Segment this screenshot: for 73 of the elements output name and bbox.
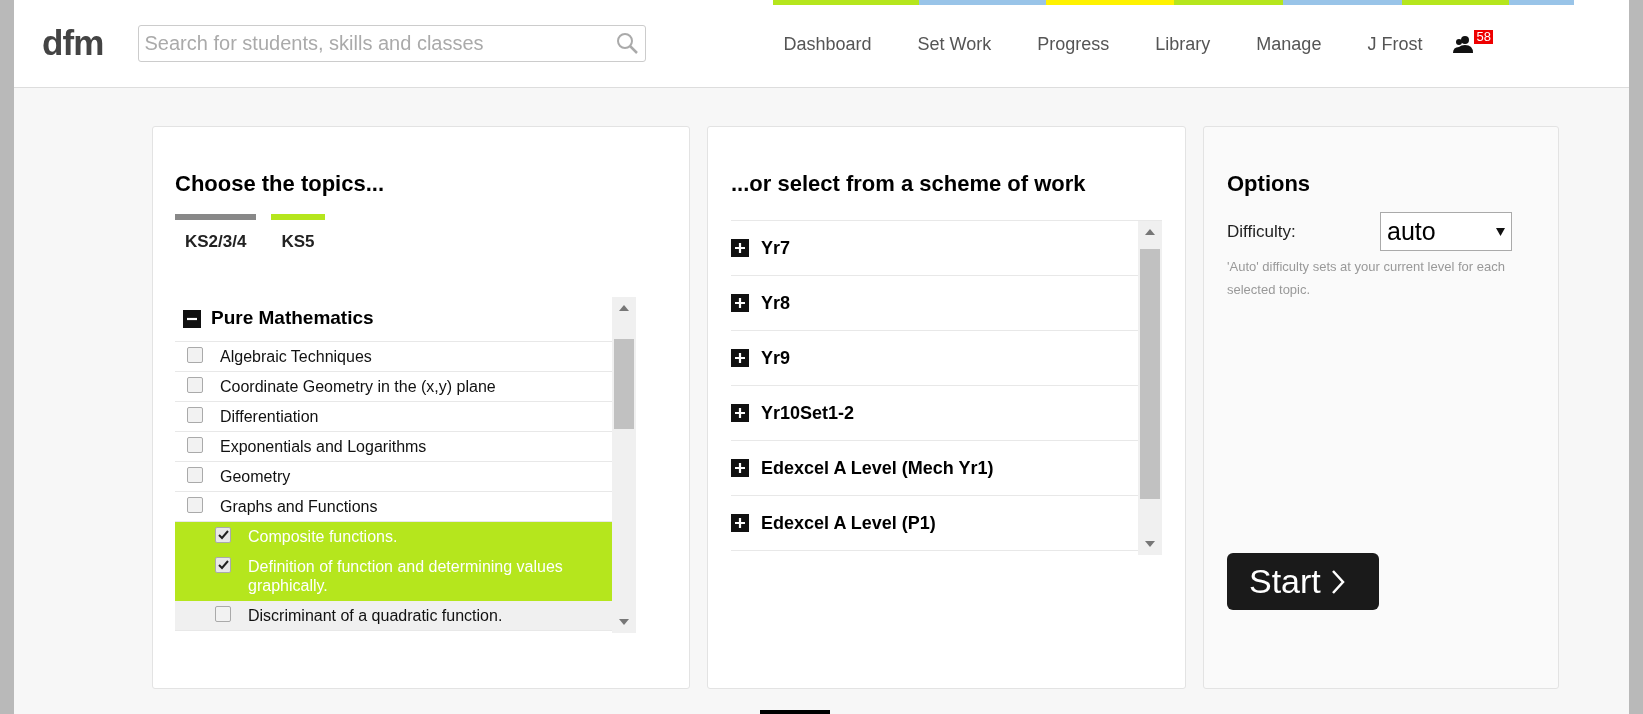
nav-link[interactable]: J Frost bbox=[1367, 31, 1423, 58]
checkbox[interactable] bbox=[215, 556, 231, 573]
scheme-item[interactable]: Edexcel A Level (P1) bbox=[731, 496, 1138, 551]
difficulty-hint: 'Auto' difficulty sets at your current level for each selected topic. bbox=[1227, 258, 1506, 299]
topic-label: Coordinate Geometry in the (x,y) plane bbox=[220, 376, 496, 396]
collapse-icon[interactable] bbox=[183, 309, 201, 328]
notification-badge: 58 bbox=[1474, 29, 1493, 44]
expand-icon[interactable] bbox=[731, 459, 749, 477]
level-tab[interactable]: KS2/3/4 bbox=[175, 214, 257, 255]
scheme-label: Yr10Set1-2 bbox=[761, 401, 855, 425]
panel-title: Choose the topics... bbox=[175, 170, 386, 198]
checkbox[interactable] bbox=[187, 406, 203, 423]
chevron-right-icon bbox=[1330, 568, 1345, 595]
nav-link[interactable]: Progress bbox=[1037, 31, 1110, 58]
scrollbar-thumb[interactable] bbox=[1140, 249, 1160, 499]
scrollbar-thumb[interactable] bbox=[614, 338, 634, 429]
checkbox[interactable] bbox=[187, 376, 203, 393]
scrollbar[interactable] bbox=[1138, 221, 1162, 555]
difficulty-label: Difficulty: bbox=[1227, 220, 1297, 243]
scheme-item[interactable]: Yr9 bbox=[731, 331, 1138, 386]
scheme-label: Yr7 bbox=[761, 236, 791, 260]
topic-label: Graphs and Functions bbox=[220, 496, 378, 516]
topic-label: Composite functions. bbox=[248, 526, 398, 546]
scheme-item[interactable]: Yr8 bbox=[731, 276, 1138, 331]
topic-label: Algebraic Techniques bbox=[220, 346, 372, 366]
checkbox[interactable] bbox=[215, 526, 231, 543]
expand-icon[interactable] bbox=[731, 514, 749, 532]
nav-link[interactable]: Dashboard bbox=[783, 31, 872, 58]
scheme-item[interactable]: Yr7 bbox=[731, 221, 1138, 276]
scheme-label: Edexcel A Level (Mech Yr1) bbox=[761, 456, 994, 480]
scrollbar[interactable] bbox=[612, 296, 636, 633]
scroll-up-icon[interactable] bbox=[1145, 229, 1155, 235]
expand-icon[interactable] bbox=[731, 294, 749, 312]
checkbox[interactable] bbox=[187, 466, 203, 483]
level-tab[interactable]: KS5 bbox=[271, 214, 325, 255]
expand-icon[interactable] bbox=[731, 349, 749, 367]
users-icon[interactable] bbox=[1452, 33, 1475, 54]
topic-group[interactable]: Pure Mathematics bbox=[175, 296, 612, 342]
scheme-label: Edexcel A Level (P1) bbox=[761, 511, 936, 535]
nav-link[interactable]: Library bbox=[1155, 31, 1211, 58]
expand-icon[interactable] bbox=[731, 404, 749, 422]
scroll-down-icon[interactable] bbox=[1145, 541, 1155, 547]
nav-link[interactable]: Set Work bbox=[917, 31, 992, 58]
topic-label: Definition of function and determining values graphically. bbox=[248, 556, 564, 595]
start-button[interactable]: Start bbox=[1227, 553, 1379, 610]
difficulty-select[interactable]: auto bbox=[1380, 212, 1512, 251]
topic-label: Geometry bbox=[220, 466, 291, 486]
checkbox[interactable] bbox=[215, 605, 231, 622]
checkbox[interactable] bbox=[187, 346, 203, 363]
scheme-label: Yr8 bbox=[761, 291, 791, 315]
topic-label: Differentiation bbox=[220, 406, 319, 426]
panel-title: ...or select from a scheme of work bbox=[731, 170, 1087, 198]
scheme-item[interactable]: Yr10Set1-2 bbox=[731, 386, 1138, 441]
bottom-tab-edge bbox=[760, 710, 830, 714]
scheme-label: Yr9 bbox=[761, 346, 791, 370]
scheme-item[interactable]: Edexcel A Level (Mech Yr1) bbox=[731, 441, 1138, 496]
search-field[interactable]: Search for students, skills and classes bbox=[137, 25, 646, 62]
topic-item[interactable]: Discriminant of a quadratic function. bbox=[175, 600, 612, 631]
expand-icon[interactable] bbox=[731, 239, 749, 257]
nav-link[interactable]: Manage bbox=[1256, 31, 1322, 58]
dropdown-icon bbox=[1496, 227, 1505, 236]
scroll-down-icon[interactable] bbox=[619, 618, 629, 625]
logo[interactable]: dfm bbox=[42, 17, 104, 70]
checkmark-icon bbox=[217, 559, 229, 570]
checkbox[interactable] bbox=[187, 496, 203, 513]
checkbox[interactable] bbox=[187, 436, 203, 453]
topic-label: Discriminant of a quadratic function. bbox=[248, 605, 503, 625]
group-label: Pure Mathematics bbox=[211, 306, 374, 331]
panel-title: Options bbox=[1227, 170, 1312, 198]
checkmark-icon bbox=[217, 529, 229, 540]
scroll-up-icon[interactable] bbox=[619, 304, 629, 311]
search-icon[interactable] bbox=[615, 32, 638, 54]
topic-label: Exponentials and Logarithms bbox=[220, 436, 427, 456]
